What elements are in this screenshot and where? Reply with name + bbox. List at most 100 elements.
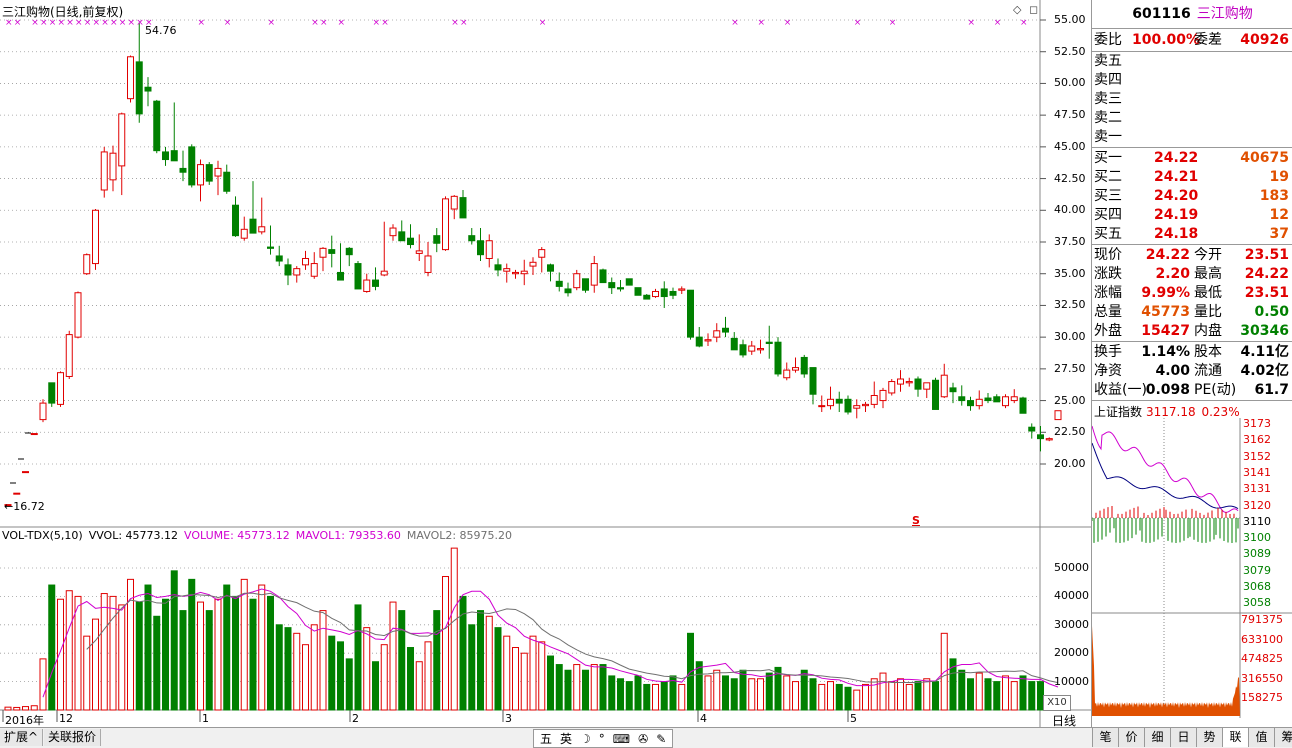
wrench-icon[interactable]: ✎ [656,732,666,746]
volume-bar[interactable] [984,678,992,711]
candle[interactable] [949,387,957,393]
candle[interactable] [170,150,178,162]
volume-bar[interactable] [923,678,931,711]
candle[interactable] [529,261,537,267]
volume-bar[interactable] [617,678,624,711]
candle[interactable] [135,61,143,115]
volume-bar[interactable] [442,576,449,711]
candle[interactable] [564,288,572,294]
volume-bar[interactable] [879,672,887,711]
volume-bar[interactable] [1019,675,1027,711]
volume-bar[interactable] [153,615,161,711]
candle[interactable] [398,231,406,242]
candle[interactable] [599,269,607,284]
candle[interactable] [853,405,861,409]
candle[interactable] [48,382,56,404]
volume-bar[interactable] [730,678,738,711]
volume-bar[interactable] [958,669,966,711]
candle[interactable] [249,218,257,234]
volume-bar[interactable] [372,661,379,711]
volume-bar[interactable] [844,686,852,711]
candle[interactable] [940,374,948,398]
candle[interactable] [83,254,91,275]
candle[interactable] [407,237,414,246]
volume-bar[interactable] [905,683,913,711]
volume-bar[interactable] [783,675,791,711]
volume-bar[interactable] [704,675,712,711]
candle[interactable] [354,263,362,290]
candle[interactable] [153,100,161,152]
candle[interactable] [765,341,773,344]
candle[interactable] [389,227,397,237]
volume-bar[interactable] [380,644,388,711]
volume-bar[interactable] [337,641,344,711]
volume-bar[interactable] [363,627,371,711]
candle[interactable] [967,400,974,407]
candle[interactable] [739,344,747,356]
ime-toolbar[interactable]: 五 英 ☽ ° ⌨ ✇ ✎ [533,729,674,748]
candle[interactable] [652,290,659,298]
volume-bar[interactable] [555,664,563,711]
candle[interactable] [1045,438,1053,441]
candle[interactable] [275,255,283,262]
volume-bar[interactable] [74,595,82,711]
candle[interactable] [13,492,21,495]
volume-bar[interactable] [4,706,12,711]
candle[interactable] [127,56,134,100]
candle[interactable] [433,235,441,244]
candle[interactable] [118,113,126,167]
volume-bar[interactable] [144,584,152,711]
volume-bar[interactable] [853,689,861,711]
candle[interactable] [30,433,38,436]
candle[interactable] [617,287,624,290]
candle[interactable] [932,379,939,410]
volume-bar[interactable] [739,669,747,711]
candle[interactable] [844,398,852,413]
volume-bar[interactable] [223,584,231,711]
volume-bar[interactable] [827,681,834,711]
candle[interactable] [634,287,642,296]
candle[interactable] [958,396,966,402]
candle[interactable] [905,381,913,384]
candle[interactable] [984,397,992,402]
volume-bar[interactable] [967,678,974,711]
tools-icon[interactable]: ✇ [638,732,648,746]
candle[interactable] [669,290,677,296]
volume-bar[interactable] [1010,681,1018,711]
candle[interactable] [179,167,187,173]
right-tab[interactable]: 值 [1248,728,1274,747]
candle[interactable] [1037,434,1044,440]
candle[interactable] [503,268,511,272]
candle[interactable] [477,240,484,256]
candle[interactable] [345,247,353,256]
candle[interactable] [643,294,651,300]
candle[interactable] [1028,426,1036,432]
dot-icon[interactable]: ° [599,732,605,746]
candle[interactable] [835,398,843,404]
volume-bar[interactable] [547,655,554,711]
volume-bar[interactable] [975,672,983,711]
volume-bar[interactable] [424,641,432,711]
moon-icon[interactable]: ☽ [580,732,591,746]
volume-bar[interactable] [179,610,187,711]
volume-bar[interactable] [792,681,799,711]
candle[interactable] [188,146,196,186]
candle[interactable] [468,235,476,242]
candle[interactable] [267,246,274,249]
candle[interactable] [372,279,379,287]
candle[interactable] [485,240,493,259]
candle[interactable] [310,263,318,277]
volume-bar[interactable] [643,683,651,711]
candle[interactable] [1002,396,1009,407]
volume-bar[interactable] [582,669,589,711]
candle[interactable] [363,279,371,292]
volume-bar[interactable] [722,675,729,711]
ime-mode-english[interactable]: 英 [560,730,572,747]
volume-bar[interactable] [529,635,537,711]
candle[interactable] [520,270,528,275]
candle[interactable] [722,327,729,333]
candle[interactable] [424,255,432,273]
volume-bar[interactable] [564,669,572,711]
candle[interactable] [302,257,309,266]
volume-bar[interactable] [433,610,441,711]
